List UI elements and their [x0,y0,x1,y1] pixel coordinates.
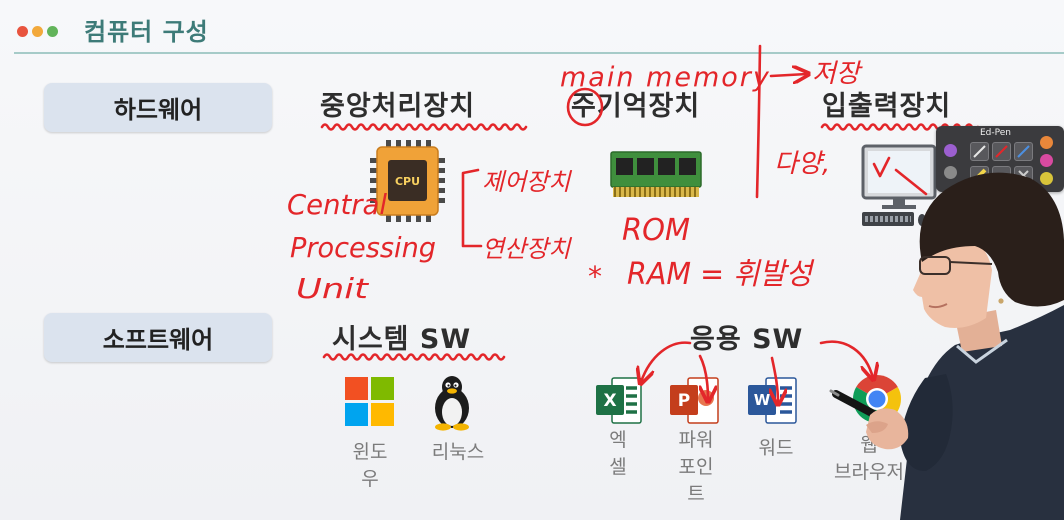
pen-tool-blue[interactable] [1014,142,1033,161]
ink-rom: ROM [622,213,690,248]
wavy-underline-cpu [320,123,528,131]
ink-arrow-to-excel [641,341,692,382]
ink-variety: 다양, [774,149,830,179]
ink-arrow-to-powerpoint [698,354,708,400]
ink-arithmetic-unit: 연산장치 [482,235,572,263]
ink-ram-volatile: RAM = 휘발성 [627,257,815,292]
highlighter-tool[interactable] [970,166,989,185]
color-swatch-yellow[interactable] [1040,172,1053,185]
ink-unit: Unit [296,272,369,305]
palette-title: Ed-Pen [980,128,1011,138]
ink-arrow-to-storage [769,74,807,76]
ink-main-memory: main memory [560,62,771,93]
pen-tool-white[interactable] [970,142,989,161]
ink-processing: Processing [290,231,436,264]
clear-tool[interactable] [1014,166,1033,185]
ink-bracket-cpu-units [461,168,483,248]
circle-mark-main [566,87,604,127]
ink-storage: 저장 [812,59,863,89]
eraser-tool[interactable] [992,166,1011,185]
handwritten-annotations: main memory 저장 다양, 제어장치 연산장치 Central Pro… [287,44,980,520]
color-swatch-gray[interactable] [944,166,957,179]
pen-tool-red[interactable] [992,142,1011,161]
ink-scribble-monitor [872,156,928,196]
color-swatch-purple[interactable] [944,144,957,157]
ink-arrow-to-chrome [819,340,873,378]
lecture-frame: 컴퓨터 구성 하드웨어 소프트웨어 중앙처리장치 주기억장치 입출력장치 시스템… [0,0,1064,520]
color-swatch-orange[interactable] [1040,136,1053,149]
color-swatch-pink[interactable] [1040,154,1053,167]
ink-control-unit: 제어장치 [482,168,572,196]
ed-pen-palette: Ed-Pen [936,126,1064,192]
ink-central: Central [287,188,387,221]
ink-arrow-to-word [772,356,778,403]
wavy-underline-system-sw [322,353,506,361]
ink-star: * [588,260,602,293]
